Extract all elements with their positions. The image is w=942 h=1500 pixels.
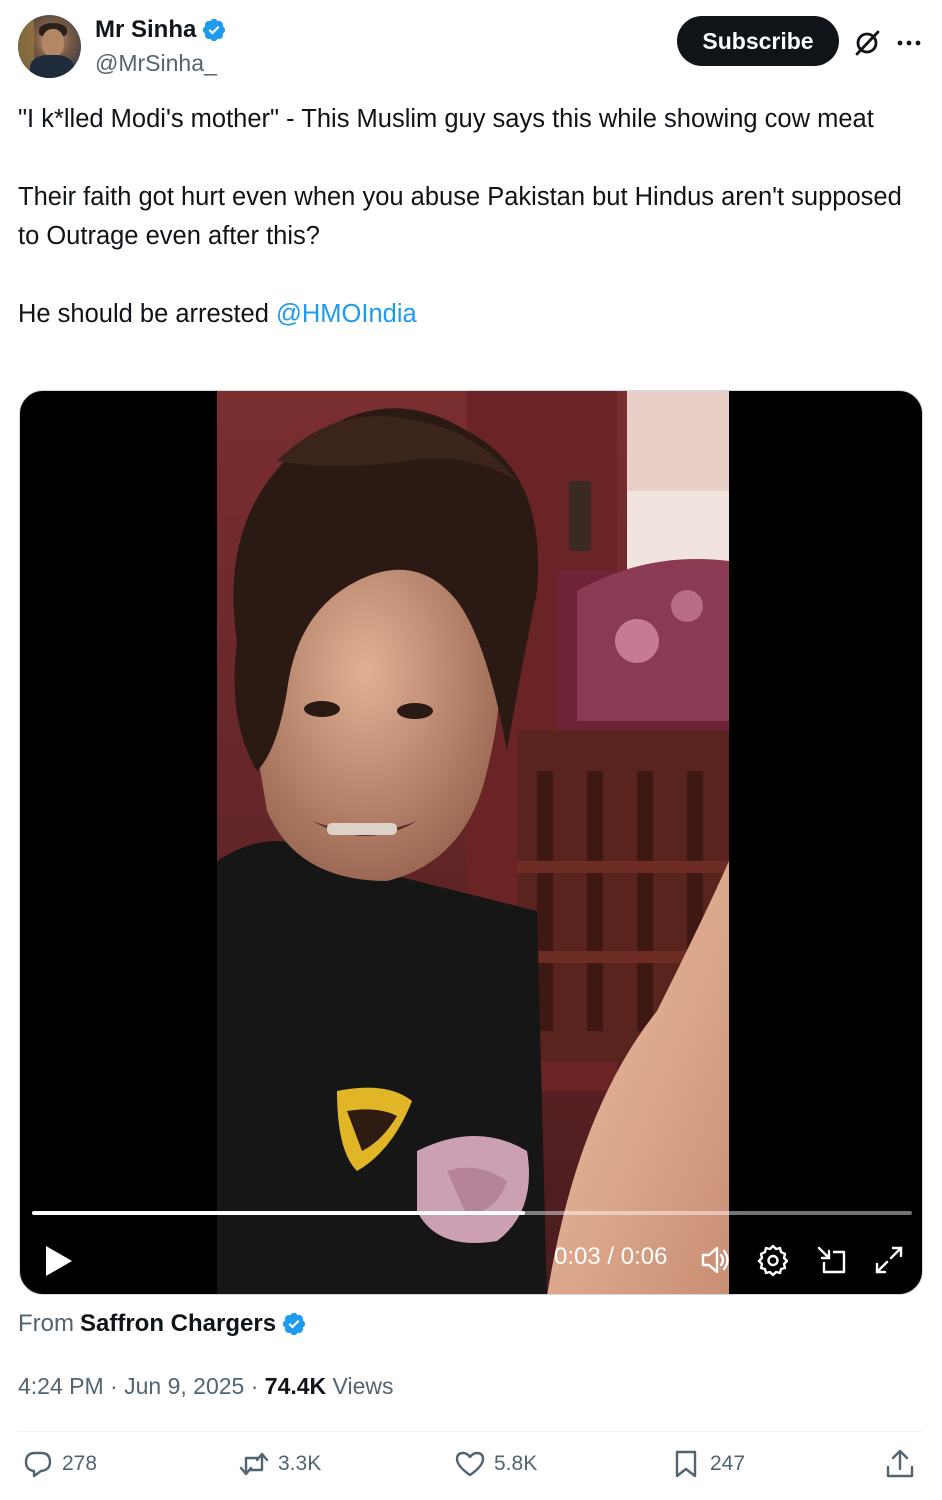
divider xyxy=(18,1431,922,1432)
author-name-row[interactable]: Mr Sinha xyxy=(95,16,227,44)
share-button[interactable] xyxy=(884,1448,924,1480)
views-count: 74.4K xyxy=(264,1373,327,1399)
repost-count: 3.3K xyxy=(278,1452,322,1475)
source-name[interactable]: Saffron Chargers xyxy=(80,1310,276,1338)
tweet-paragraph-3-text: He should be arrested xyxy=(18,300,276,328)
fullscreen-icon[interactable] xyxy=(872,1243,906,1277)
tweet-header: Mr Sinha @MrSinha_ Subscribe xyxy=(0,0,942,90)
tweet-date[interactable]: Jun 9, 2025 xyxy=(124,1373,244,1399)
tweet-paragraph-3: He should be arrested @HMOIndia xyxy=(18,295,918,334)
bookmark-icon xyxy=(675,1450,697,1478)
action-bar: 278 3.3K 5.8K 247 xyxy=(18,1448,922,1488)
source-prefix: From xyxy=(18,1310,74,1337)
more-options-icon[interactable] xyxy=(894,28,924,58)
picture-in-picture-icon[interactable] xyxy=(815,1243,849,1277)
share-icon xyxy=(886,1449,914,1478)
current-time: 0:03 xyxy=(554,1243,601,1270)
video-source: From Saffron Chargers xyxy=(18,1310,307,1338)
reply-count: 278 xyxy=(62,1452,98,1475)
author-handle[interactable]: @MrSinha_ xyxy=(95,50,217,77)
tweet-time[interactable]: 4:24 PM xyxy=(18,1373,104,1399)
verified-badge-icon xyxy=(203,18,226,42)
bookmark-count: 247 xyxy=(710,1452,746,1475)
tweet-text: "I k*lled Modi's mother" - This Muslim g… xyxy=(18,100,918,334)
tweet-paragraph-2: Their faith got hurt even when you abuse… xyxy=(18,183,902,250)
time-separator: / xyxy=(600,1243,621,1270)
like-button[interactable]: 5.8K xyxy=(454,1448,537,1480)
repost-button[interactable]: 3.3K xyxy=(238,1448,321,1480)
author-display-name[interactable]: Mr Sinha xyxy=(95,16,196,44)
video-time: 0:03 / 0:06 xyxy=(554,1243,667,1271)
video-player[interactable]: 0:03 / 0:06 xyxy=(19,390,923,1295)
video-progress-bar[interactable] xyxy=(32,1211,912,1215)
meta-dot: · xyxy=(103,1373,125,1399)
grok-icon[interactable] xyxy=(852,28,882,58)
views-label: Views xyxy=(332,1373,394,1399)
bookmark-button[interactable]: 247 xyxy=(670,1448,745,1480)
verified-badge-icon xyxy=(282,1312,306,1336)
profile-avatar[interactable] xyxy=(18,15,81,78)
reply-button[interactable]: 278 xyxy=(22,1448,97,1480)
tweet-meta: 4:24 PM · Jun 9, 2025 · 74.4K Views xyxy=(18,1373,393,1400)
duration: 0:06 xyxy=(620,1243,668,1270)
tweet-paragraph-1: "I k*lled Modi's mother" - This Muslim g… xyxy=(18,105,874,133)
mention-link[interactable]: @HMOIndia xyxy=(276,300,417,328)
reply-icon xyxy=(24,1451,52,1478)
play-icon[interactable] xyxy=(38,1241,78,1281)
like-count: 5.8K xyxy=(494,1452,538,1475)
video-progress-fill xyxy=(32,1211,525,1215)
meta-dot: · xyxy=(244,1373,265,1399)
subscribe-button[interactable]: Subscribe xyxy=(677,16,839,66)
volume-icon[interactable] xyxy=(698,1243,732,1277)
video-frame xyxy=(217,391,729,1294)
settings-gear-icon[interactable] xyxy=(756,1243,790,1277)
repost-icon xyxy=(239,1452,269,1476)
heart-icon xyxy=(455,1451,485,1477)
